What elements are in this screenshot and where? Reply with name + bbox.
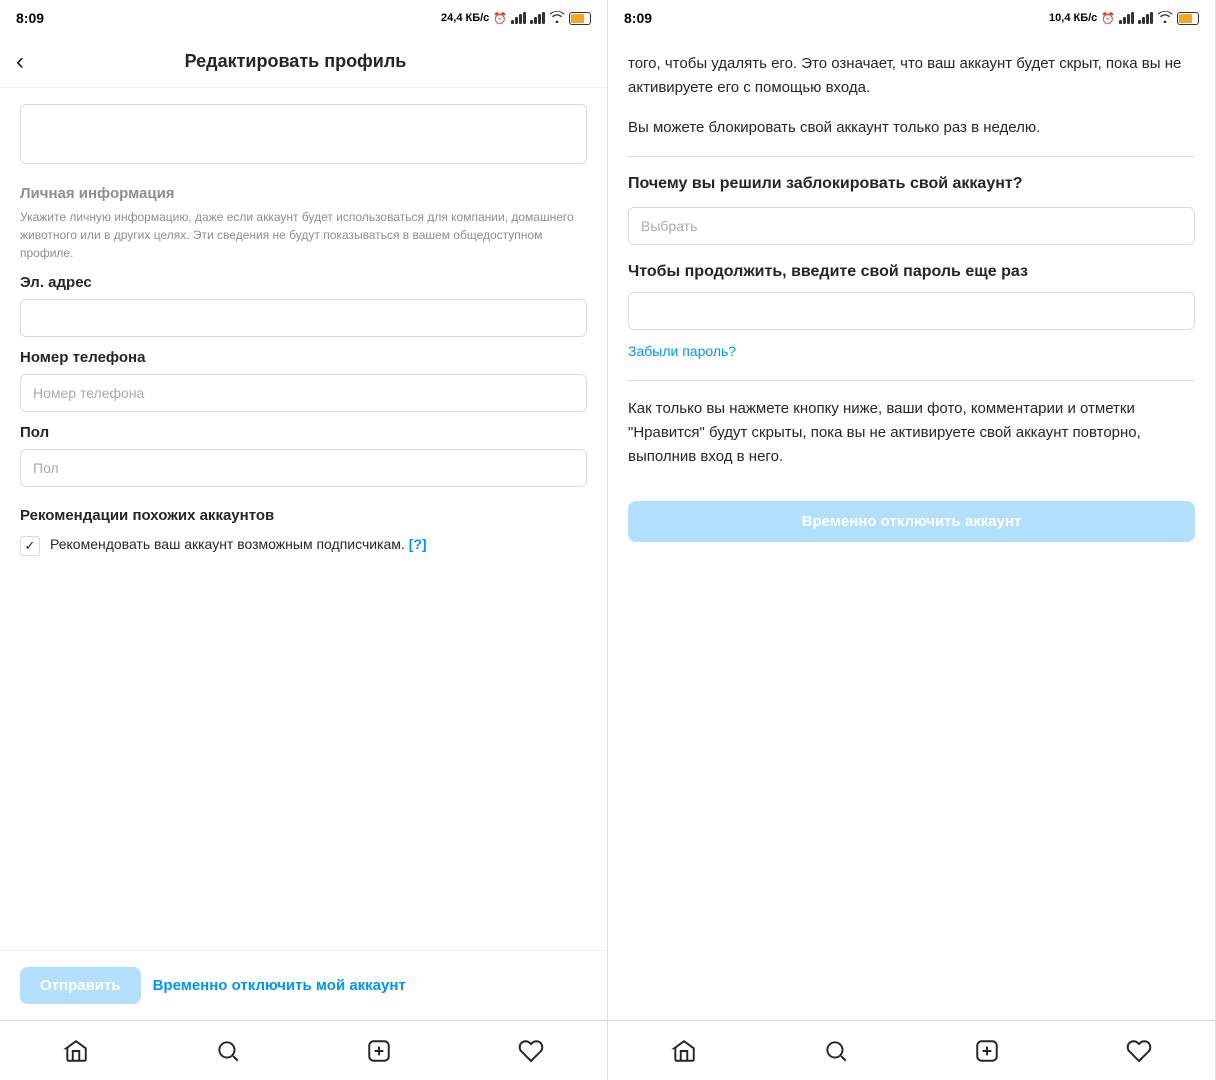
intro-text-1: того, чтобы удалять его. Это означает, ч… — [628, 52, 1195, 100]
speed-right: 10,4 КБ/с — [1049, 12, 1097, 24]
password-label: Чтобы продолжить, введите свой пароль ещ… — [628, 261, 1195, 283]
disable-account-content: того, чтобы удалять его. Это означает, ч… — [608, 36, 1215, 1020]
submit-button[interactable]: Отправить — [20, 967, 141, 1004]
speed-left: 24,4 КБ/с — [441, 12, 489, 24]
status-bar-right: 8:09 10,4 КБ/с ⏰ — [608, 0, 1215, 36]
intro-text-2: Вы можете блокировать свой аккаунт тольк… — [628, 116, 1195, 140]
bio-field[interactable] — [20, 104, 587, 164]
email-input[interactable] — [20, 299, 587, 337]
signal-icon-r1 — [1119, 12, 1134, 24]
reason-select[interactable]: Выбрать — [628, 207, 1195, 245]
alarm-icon: ⏰ — [493, 12, 507, 25]
status-right-right: 10,4 КБ/с ⏰ — [1049, 11, 1199, 26]
phone-label: Номер телефона — [20, 349, 587, 366]
personal-info-title: Личная информация — [20, 185, 587, 202]
edit-profile-content: Личная информация Укажите личную информа… — [0, 88, 607, 950]
recommend-checkbox[interactable]: ✓ — [20, 536, 40, 556]
nav-heart-left[interactable] — [502, 1030, 560, 1072]
right-content: того, чтобы удалять его. Это означает, ч… — [608, 36, 1215, 558]
status-right-left: 24,4 КБ/с ⏰ — [441, 11, 591, 26]
disable-account-link[interactable]: Временно отключить мой аккаунт — [153, 977, 406, 994]
bottom-nav-left — [0, 1020, 607, 1080]
recommendations-title: Рекомендации похожих аккаунтов — [20, 507, 587, 524]
nav-home-right[interactable] — [655, 1030, 713, 1072]
footer-text: Как только вы нажмете кнопку ниже, ваши … — [628, 397, 1195, 469]
personal-info-desc: Укажите личную информацию, даже если акк… — [20, 208, 587, 262]
nav-heart-right[interactable] — [1110, 1030, 1168, 1072]
time-right: 8:09 — [624, 10, 652, 26]
battery-icon-left — [569, 12, 591, 25]
recommend-label: Рекомендовать ваш аккаунт возможным подп… — [50, 534, 427, 555]
nav-search-left[interactable] — [199, 1030, 257, 1072]
nav-home-left[interactable] — [47, 1030, 105, 1072]
signal-icon-2 — [530, 12, 545, 24]
edit-profile-header: ‹ Редактировать профиль — [0, 36, 607, 88]
status-bar-left: 8:09 24,4 КБ/с ⏰ — [0, 0, 607, 36]
time-left: 8:09 — [16, 10, 44, 26]
footer-buttons: Отправить Временно отключить мой аккаунт — [0, 950, 607, 1020]
gender-label: Пол — [20, 424, 587, 441]
divider-2 — [628, 380, 1195, 381]
signal-icon-r2 — [1138, 12, 1153, 24]
help-link[interactable]: [?] — [409, 536, 427, 552]
right-panel: 8:09 10,4 КБ/с ⏰ — [608, 0, 1216, 1080]
battery-icon-right — [1177, 12, 1199, 25]
back-button[interactable]: ‹ — [16, 50, 24, 74]
nav-add-right[interactable] — [958, 1030, 1016, 1072]
alarm-icon-right: ⏰ — [1101, 12, 1115, 25]
personal-info-section: Личная информация Укажите личную информа… — [20, 185, 587, 262]
left-panel: 8:09 24,4 КБ/с ⏰ — [0, 0, 608, 1080]
bottom-nav-right — [608, 1020, 1215, 1080]
recommend-checkbox-row: ✓ Рекомендовать ваш аккаунт возможным по… — [20, 534, 587, 556]
phone-input[interactable] — [20, 374, 587, 412]
nav-add-left[interactable] — [350, 1030, 408, 1072]
nav-search-right[interactable] — [807, 1030, 865, 1072]
gender-input[interactable] — [20, 449, 587, 487]
password-input[interactable] — [628, 292, 1195, 330]
forgot-password-link[interactable]: Забыли пароль? — [628, 340, 736, 362]
recommendations-section: Рекомендации похожих аккаунтов ✓ Рекомен… — [20, 507, 587, 556]
form-section: Личная информация Укажите личную информа… — [0, 88, 607, 572]
signal-icon — [511, 12, 526, 24]
disable-account-button[interactable]: Временно отключить аккаунт — [628, 501, 1195, 542]
email-label: Эл. адрес — [20, 274, 587, 291]
question-title: Почему вы решили заблокировать свой акка… — [628, 173, 1195, 195]
wifi-icon-right — [1157, 11, 1173, 26]
wifi-icon — [549, 11, 565, 26]
divider-1 — [628, 156, 1195, 157]
page-title: Редактировать профиль — [36, 51, 555, 72]
